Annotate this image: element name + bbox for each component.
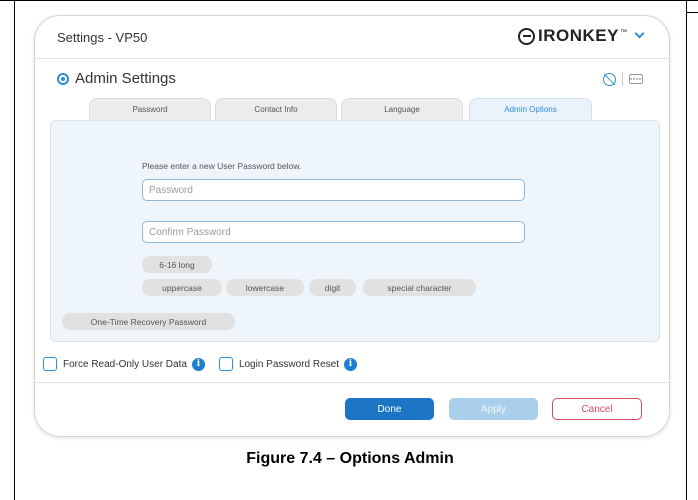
rule-length-badge: 6-16 long xyxy=(142,256,212,273)
brand-menu[interactable]: IRONKEY ™ xyxy=(518,26,645,46)
info-icon[interactable]: i xyxy=(191,357,205,371)
keyboard-icon[interactable] xyxy=(629,74,643,84)
tab-contact-info[interactable]: Contact Info xyxy=(215,98,337,120)
table-top-border xyxy=(0,0,698,1)
window-title: Settings - VP50 xyxy=(57,30,148,45)
title-bar: Settings - VP50 IRONKEY ™ xyxy=(35,16,669,58)
figure-caption: Figure 7.4 – Options Admin xyxy=(246,450,454,467)
login-password-reset-label[interactable]: Login Password Reset xyxy=(239,359,339,370)
table-left-border xyxy=(14,0,15,500)
table-corner-border xyxy=(686,12,698,13)
done-button[interactable]: Done xyxy=(345,398,434,420)
rule-uppercase-badge: uppercase xyxy=(142,279,222,296)
cancel-button[interactable]: Cancel xyxy=(552,398,642,420)
footer-divider xyxy=(35,382,669,383)
brand-name: IRONKEY xyxy=(538,26,619,45)
tab-language[interactable]: Language xyxy=(341,98,463,120)
recovery-password-button[interactable]: One-Time Recovery Password xyxy=(62,313,235,330)
icon-separator xyxy=(622,72,623,86)
eye-off-icon[interactable] xyxy=(603,72,616,86)
rule-digit-badge: digit xyxy=(309,279,356,296)
apply-button[interactable]: Apply xyxy=(449,398,538,420)
info-icon[interactable]: i xyxy=(344,357,357,371)
brand-trademark: ™ xyxy=(620,28,627,36)
section-title: Admin Settings xyxy=(75,70,176,87)
chevron-down-icon[interactable] xyxy=(634,28,645,39)
tab-password[interactable]: Password xyxy=(89,98,211,120)
header-icons xyxy=(603,72,643,86)
password-input[interactable] xyxy=(142,179,525,201)
confirm-password-input[interactable] xyxy=(142,221,525,243)
rule-lowercase-badge: lowercase xyxy=(226,279,304,296)
table-right-border xyxy=(686,0,687,500)
rule-special-badge: special character xyxy=(363,279,476,296)
admin-options-panel: Please enter a new User Password below. … xyxy=(50,120,660,342)
password-prompt: Please enter a new User Password below. xyxy=(142,161,302,171)
ironkey-logo-icon xyxy=(518,27,536,45)
tab-admin-options[interactable]: Admin Options xyxy=(469,98,592,120)
login-password-reset-checkbox[interactable] xyxy=(218,357,233,371)
force-read-only-checkbox[interactable] xyxy=(43,357,57,371)
settings-window: Settings - VP50 IRONKEY ™ Admin Settings… xyxy=(34,15,670,437)
gear-icon xyxy=(57,72,69,85)
section-header: Admin Settings xyxy=(57,70,176,87)
tab-bar: Password Contact Info Language Admin Opt… xyxy=(89,98,609,120)
options-row: Force Read-Only User Data i Login Passwo… xyxy=(43,357,371,371)
title-divider xyxy=(35,58,669,59)
force-read-only-label[interactable]: Force Read-Only User Data xyxy=(63,359,187,370)
